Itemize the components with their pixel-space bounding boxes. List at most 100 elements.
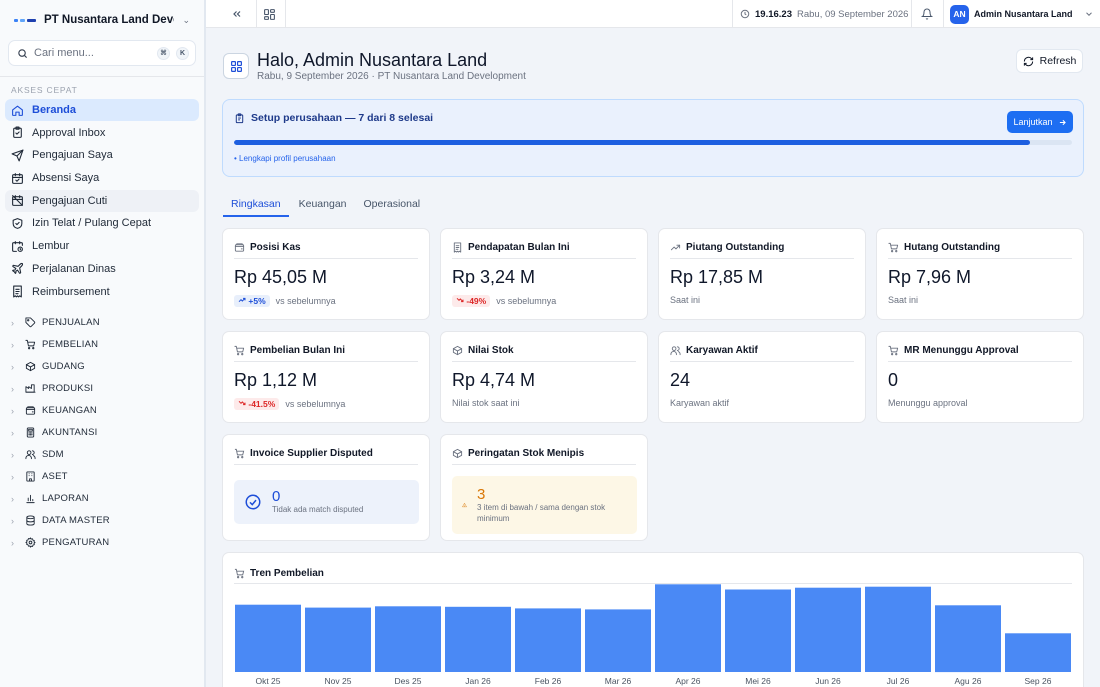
user-menu[interactable]: AN Admin Nusantara Land [950,0,1094,28]
sidebar-item-label: Approval Inbox [32,126,106,139]
chart-bar [725,589,791,672]
trending-down-icon [238,400,246,406]
search-input[interactable] [34,47,151,59]
search-icon [18,48,28,58]
x-tick-label: Feb 26 [535,676,562,686]
company-name: PT Nusantara Land Develop... [44,14,174,26]
notifications-button[interactable] [915,0,939,28]
x-tick-label: Des 25 [395,676,422,686]
x-tick-label: Sep 26 [1025,676,1052,686]
tab-operasional[interactable]: Operasional [356,191,429,217]
setup-title: Setup perusahaan — 7 dari 8 selesai [234,112,433,124]
menu-group-data-master[interactable]: › DATA MASTER [0,510,204,532]
chart-bar [655,584,721,672]
chevron-right-icon: › [11,405,15,416]
tab-ringkasan[interactable]: Ringkasan [223,191,289,217]
sidebar-item-label: Izin Telat / Pulang Cepat [32,217,152,230]
sidebar-item-absensi-saya[interactable]: Absensi Saya [5,167,199,189]
menu-group-sdm[interactable]: › SDM [0,444,204,466]
sidebar-item-perjalanan-dinas[interactable]: Perjalanan Dinas [5,258,199,280]
card-value: Rp 17,85 M [670,267,764,287]
kpi-card-piutang-outstanding: Piutang Outstanding Rp 17,85 M Saat ini [658,228,866,320]
chart-bar [585,609,651,672]
setup-title-text: Setup perusahaan — 7 dari 8 selesai [251,112,434,124]
menu-group-produksi[interactable]: › PRODUKSI [0,378,204,400]
tab-keuangan[interactable]: Keuangan [291,191,355,217]
collapse-sidebar-button[interactable] [225,0,249,28]
refresh-button[interactable]: Refresh [1016,49,1083,73]
plane-icon [12,263,24,275]
page-title: Halo, Admin Nusantara Land [257,50,488,70]
menu-group-label: GUDANG [42,361,85,372]
cart-icon [234,345,245,356]
card-foot-text: vs sebelumnya [496,296,557,306]
card-title: Peringatan Stok Menipis [468,448,585,459]
sidebar-item-approval-inbox[interactable]: Approval Inbox [5,122,199,144]
sidebar-item-label: Pengajuan Cuti [32,194,108,207]
purchase-trend-chart: Tren Pembelian Okt 25 Nov 25 Des 25 Jan 26 F… [222,552,1084,687]
calendar-check-icon [12,172,23,184]
card-footer: -41.5% vs sebelumnya [234,398,345,410]
menu-group-label: ASET [42,471,68,482]
sidebar-item-pengajuan-saya[interactable]: Pengajuan Saya [5,144,199,166]
menu-group-pembelian[interactable]: › PEMBELIAN [0,334,204,356]
kpi-card-pendapatan-bulan-ini: Pendapatan Bulan Ini Rp 3,24 M -49% vs seb… [440,228,648,320]
chevron-right-icon: › [11,427,15,438]
company-switcher[interactable]: PT Nusantara Land Develop... ⌄ [0,0,204,40]
main-content: Halo, Admin Nusantara Land Rabu, 9 Septe… [206,28,1100,687]
chevron-right-icon: › [11,383,15,394]
menu-group-akuntansi[interactable]: › AKUNTANSI [0,422,204,444]
trend-badge: -49% [452,295,491,307]
sidebar-item-reimbursement[interactable]: Reimbursement [5,281,199,303]
menu-group-penjualan[interactable]: › PENJUALAN [0,312,204,334]
trending-down-icon [456,297,464,303]
sidebar-item-pengajuan-cuti[interactable]: Pengajuan Cuti [5,189,199,212]
menu-group-label: PENGATURAN [42,537,110,548]
card-footer: Saat ini [888,295,918,305]
card-value: 24 [670,370,691,390]
menu-group-pengaturan[interactable]: › PENGATURAN [0,532,204,554]
card-header: Hutang Outstanding [888,239,1072,259]
section-label: AKSES CEPAT [11,85,78,95]
card-title: MR Menunggu Approval [904,345,1019,356]
current-time: 19.16.23 [755,8,792,20]
topbar: 19.16.23 Rabu, 09 September 2026 AN Admi… [206,0,1100,28]
sidebar-item-lembur[interactable]: Lembur [5,235,199,257]
calendar-clock-icon [12,240,23,252]
continue-setup-button[interactable]: Lanjutkan [1007,111,1073,133]
page-subtitle: Rabu, 9 September 2026 · PT Nusantara La… [257,71,526,82]
card-footer: Saat ini [670,295,700,305]
avatar: AN [950,4,969,24]
bar-chart-icon [26,494,35,504]
layout-toggle-button[interactable] [257,0,281,28]
x-tick-label: Mar 26 [605,676,632,686]
x-tick-label: Jan 26 [465,676,491,686]
menu-group-label: DATA MASTER [42,515,110,526]
card-header: Nilai Stok [452,342,636,362]
sidebar-item-izin-telat-pulang-cepat[interactable]: Izin Telat / Pulang Cepat [5,212,199,234]
refresh-icon [1023,56,1033,66]
menu-search[interactable]: ⌘ K [8,40,196,66]
check-circle-icon [245,494,261,510]
kpi-card-mr-menunggu-approval: MR Menunggu Approval 0 Menunggu approval [876,331,1084,423]
x-tick-label: Mei 26 [745,676,771,686]
sidebar-item-beranda[interactable]: Beranda [5,99,199,121]
card-foot-text: Nilai stok saat ini [452,398,520,408]
card-value: 0 [888,370,899,390]
kbd-cmd: ⌘ [157,46,170,60]
menu-group-aset[interactable]: › ASET [0,466,204,488]
menu-group-gudang[interactable]: › GUDANG [0,356,204,378]
menu-group-keuangan[interactable]: › KEUANGAN [0,400,204,422]
card-header: Karyawan Aktif [670,342,854,362]
chart-bar [935,605,1001,673]
chevron-right-icon: › [11,339,15,350]
trend-value: -41.5% [248,399,276,409]
chart-bar [795,587,861,672]
card-foot-text: Karyawan aktif [670,398,730,408]
menu-group-laporan[interactable]: › LAPORAN [0,488,204,510]
chart-bar [235,604,301,672]
card-header: Peringatan Stok Menipis [452,445,636,465]
x-tick-label: Okt 25 [255,676,280,686]
box-icon [25,361,36,372]
disputed-count: 0 [272,488,281,506]
